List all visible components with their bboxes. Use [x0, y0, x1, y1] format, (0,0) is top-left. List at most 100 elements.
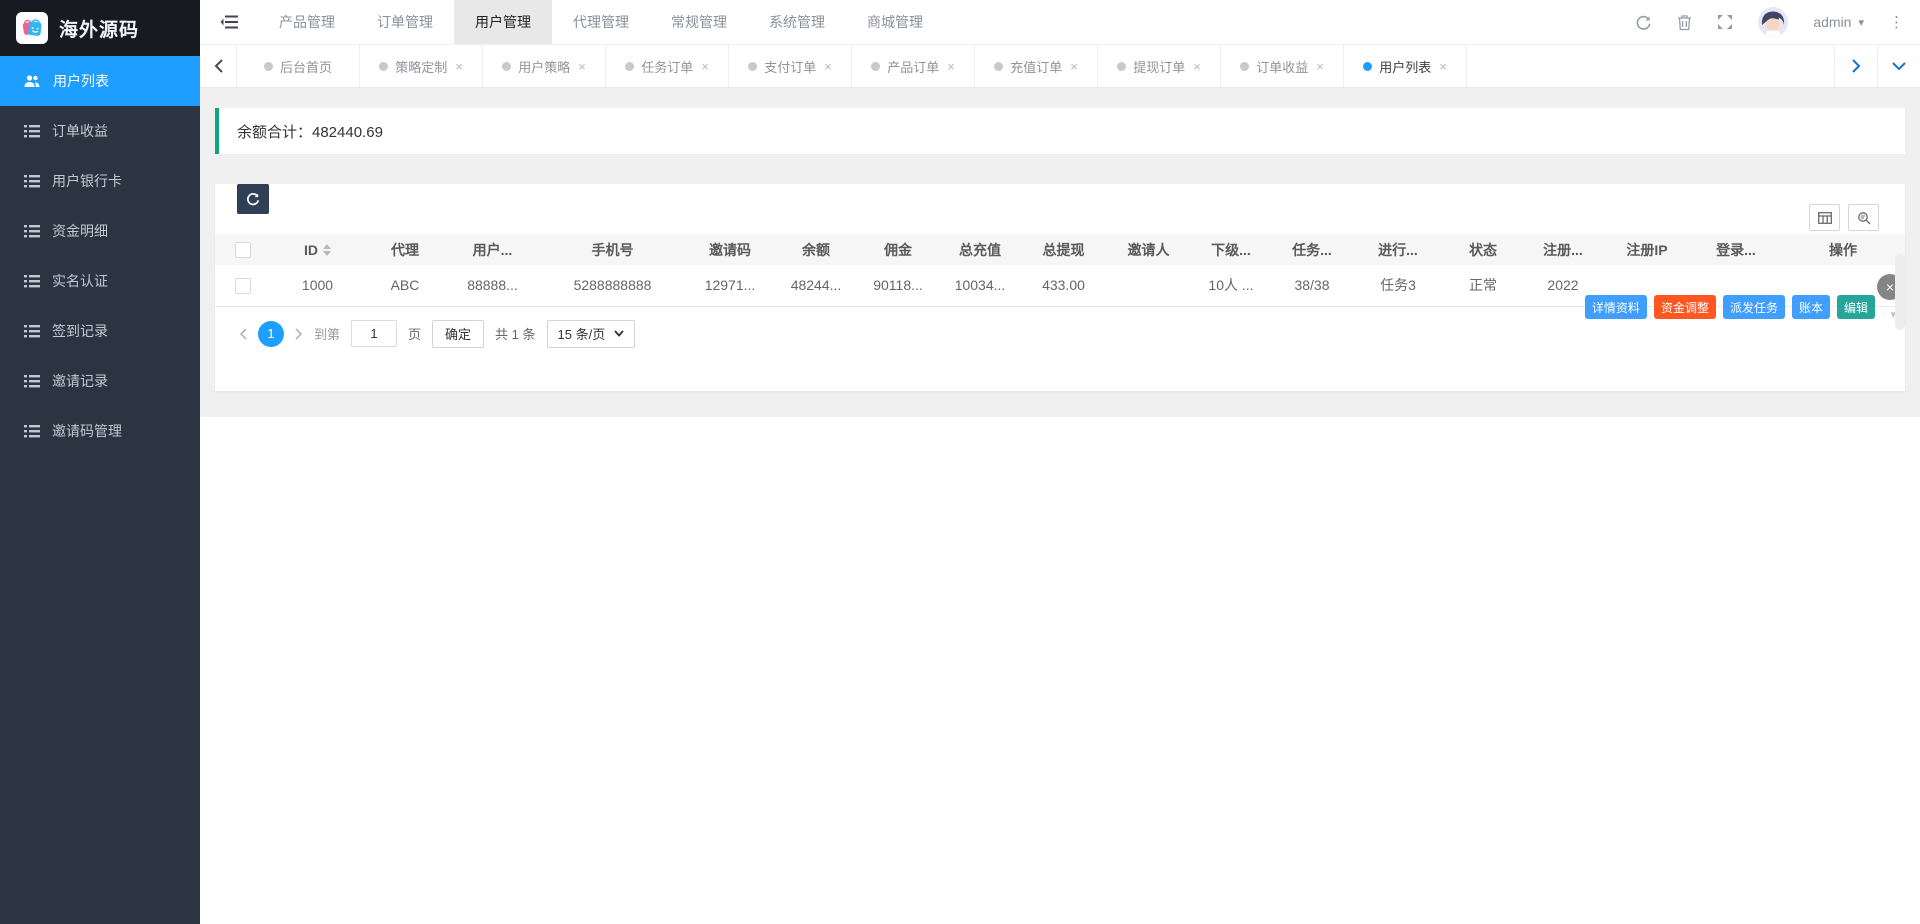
fund-adjust-button[interactable]: 资金调整: [1654, 295, 1716, 319]
row-action-buttons: 详情资料 资金调整 派发任务 账本 编辑: [1585, 295, 1875, 319]
col-id[interactable]: ID: [270, 234, 365, 265]
cell-id: 1000: [270, 265, 365, 306]
sidebar-item-user-list[interactable]: 用户列表: [0, 56, 200, 106]
tab-recharge-orders[interactable]: 充值订单 ×: [975, 45, 1098, 87]
topbar-right: admin ▾ ⋮: [1635, 0, 1920, 44]
sidebar-item-label: 用户列表: [53, 71, 109, 91]
tab-close-icon[interactable]: ×: [1439, 59, 1447, 74]
tab-dashboard[interactable]: 后台首页: [237, 45, 360, 87]
next-page-button[interactable]: [295, 328, 303, 340]
topnav-agent-mgmt[interactable]: 代理管理: [552, 0, 650, 44]
search-icon: [1857, 211, 1871, 225]
trash-icon[interactable]: [1677, 14, 1692, 31]
table-refresh-button[interactable]: [237, 184, 269, 214]
row-checkbox[interactable]: [235, 278, 251, 294]
user-menu[interactable]: admin ▾: [1813, 14, 1864, 30]
row-checkbox-cell: [215, 265, 270, 306]
sidebar-item-real-name-auth[interactable]: 实名认证: [0, 256, 200, 306]
ledger-button[interactable]: 账本: [1792, 295, 1830, 319]
tabs-menu-button[interactable]: [1877, 45, 1920, 87]
cell-ongoing: 任务3: [1353, 265, 1443, 306]
table-scrollbar[interactable]: [1895, 254, 1905, 330]
tabs-scroll-right-button[interactable]: [1834, 45, 1877, 87]
tab-close-icon[interactable]: ×: [947, 59, 955, 74]
confirm-page-button[interactable]: 确定: [432, 320, 484, 348]
sidebar-item-order-income[interactable]: 订单收益: [0, 106, 200, 156]
table-toolbar-right: [1809, 204, 1879, 231]
list-icon: [24, 325, 40, 338]
column-filter-button[interactable]: [1809, 204, 1840, 231]
topnav-order-mgmt[interactable]: 订单管理: [356, 0, 454, 44]
col-total-recharge: 总充值: [939, 234, 1021, 265]
col-invite-code: 邀请码: [685, 234, 775, 265]
page-size-select[interactable]: 15 条/页: [547, 320, 636, 348]
page-input[interactable]: [351, 320, 397, 347]
goto-label: 到第: [314, 324, 340, 343]
fullscreen-icon[interactable]: [1717, 14, 1733, 30]
col-ongoing: 进行...: [1353, 234, 1443, 265]
sidebar-item-invite-record[interactable]: 邀请记录: [0, 356, 200, 406]
total-count-label: 共 1 条: [495, 324, 535, 343]
cell-tasks: 38/38: [1271, 265, 1353, 306]
col-tasks: 任务...: [1271, 234, 1353, 265]
chevron-down-icon: [1892, 62, 1906, 71]
tab-close-icon[interactable]: ×: [1316, 59, 1324, 74]
list-icon: [24, 375, 40, 388]
sidebar: 海外源码 用户列表 订单收益: [0, 0, 200, 924]
chevron-right-icon: [295, 328, 303, 340]
refresh-icon[interactable]: [1635, 14, 1652, 31]
topnav-general-mgmt[interactable]: 常规管理: [650, 0, 748, 44]
sidebar-item-label: 订单收益: [52, 121, 108, 141]
table-header-row: ID 代理 用户... 手机号 邀请码 余额 佣金 总充值: [215, 234, 1905, 265]
sort-icon[interactable]: [323, 244, 331, 256]
col-login: 登录...: [1691, 234, 1781, 265]
app-title: 海外源码: [59, 15, 139, 42]
tabs-scroll-left-button[interactable]: [200, 45, 237, 87]
sidebar-item-checkin-record[interactable]: 签到记录: [0, 306, 200, 356]
tab-payment-orders[interactable]: 支付订单 ×: [729, 45, 852, 87]
tab-close-icon[interactable]: ×: [578, 59, 586, 74]
tab-close-icon[interactable]: ×: [1193, 59, 1201, 74]
tab-withdraw-orders[interactable]: 提现订单 ×: [1098, 45, 1221, 87]
tab-strategy-custom[interactable]: 策略定制 ×: [360, 45, 483, 87]
grid-icon: [1818, 212, 1832, 224]
sidebar-collapse-button[interactable]: [200, 0, 258, 44]
tab-order-income[interactable]: 订单收益 ×: [1221, 45, 1344, 87]
page-suffix-label: 页: [408, 324, 421, 343]
tab-dot: [625, 62, 634, 71]
sidebar-item-invite-code-mgmt[interactable]: 邀请码管理: [0, 406, 200, 456]
tab-dot: [1363, 62, 1372, 71]
page-number-button[interactable]: 1: [258, 321, 284, 347]
tab-dot: [264, 62, 273, 71]
tab-bar: 后台首页 策略定制 × 用户策略 × 任务订单 × 支付订单 ×: [200, 44, 1920, 88]
topnav-system-mgmt[interactable]: 系统管理: [748, 0, 846, 44]
cell-inviter: [1106, 265, 1191, 306]
col-inviter: 邀请人: [1106, 234, 1191, 265]
avatar[interactable]: [1758, 7, 1788, 37]
sidebar-item-fund-detail[interactable]: 资金明细: [0, 206, 200, 256]
tab-close-icon[interactable]: ×: [455, 59, 463, 74]
prev-page-button[interactable]: [239, 328, 247, 340]
tab-close-icon[interactable]: ×: [824, 59, 832, 74]
chevron-right-icon: [1852, 59, 1861, 73]
sidebar-item-user-bankcard[interactable]: 用户银行卡: [0, 156, 200, 206]
admin-app: 海外源码 用户列表 订单收益: [0, 0, 1920, 924]
username: admin: [1813, 14, 1851, 30]
tab-user-list[interactable]: 用户列表 ×: [1344, 45, 1467, 87]
topnav-mall-mgmt[interactable]: 商城管理: [846, 0, 944, 44]
more-options-icon[interactable]: ⋮: [1889, 13, 1904, 31]
tab-task-orders[interactable]: 任务订单 ×: [606, 45, 729, 87]
topnav-product-mgmt[interactable]: 产品管理: [258, 0, 356, 44]
select-all-checkbox[interactable]: [235, 242, 251, 258]
tab-close-icon[interactable]: ×: [701, 59, 709, 74]
topnav-user-mgmt[interactable]: 用户管理: [454, 0, 552, 44]
detail-info-button[interactable]: 详情资料: [1585, 295, 1647, 319]
chevron-down-icon: [614, 330, 624, 337]
search-button[interactable]: [1848, 204, 1879, 231]
tab-user-strategy[interactable]: 用户策略 ×: [483, 45, 606, 87]
dispatch-task-button[interactable]: 派发任务: [1723, 295, 1785, 319]
tab-dot: [502, 62, 511, 71]
tab-close-icon[interactable]: ×: [1070, 59, 1078, 74]
edit-button[interactable]: 编辑: [1837, 295, 1875, 319]
tab-product-orders[interactable]: 产品订单 ×: [852, 45, 975, 87]
